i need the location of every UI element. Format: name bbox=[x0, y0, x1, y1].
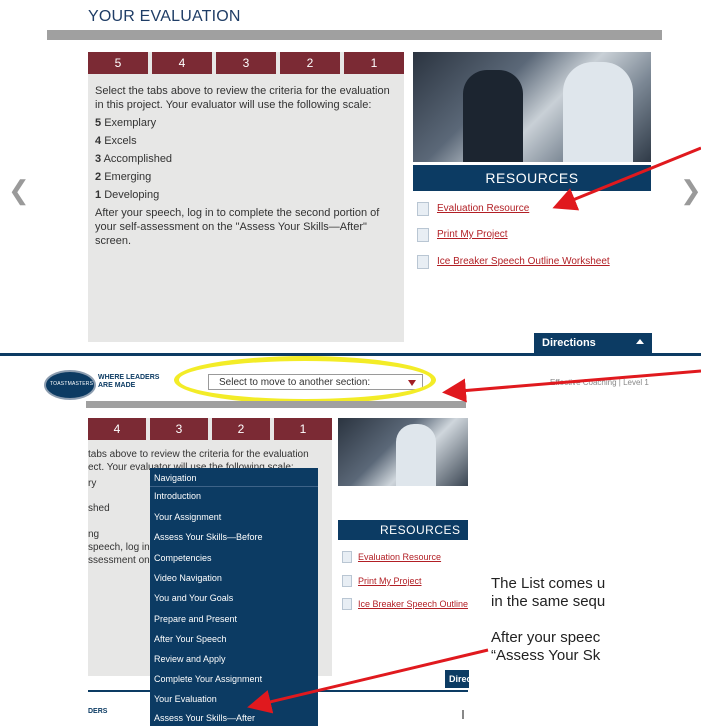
arrow-to-assess-after bbox=[247, 648, 489, 714]
arrow-to-section-select bbox=[442, 369, 701, 403]
arrow-to-evaluation-resource bbox=[552, 146, 701, 211]
annotation-arrows bbox=[247, 146, 701, 714]
